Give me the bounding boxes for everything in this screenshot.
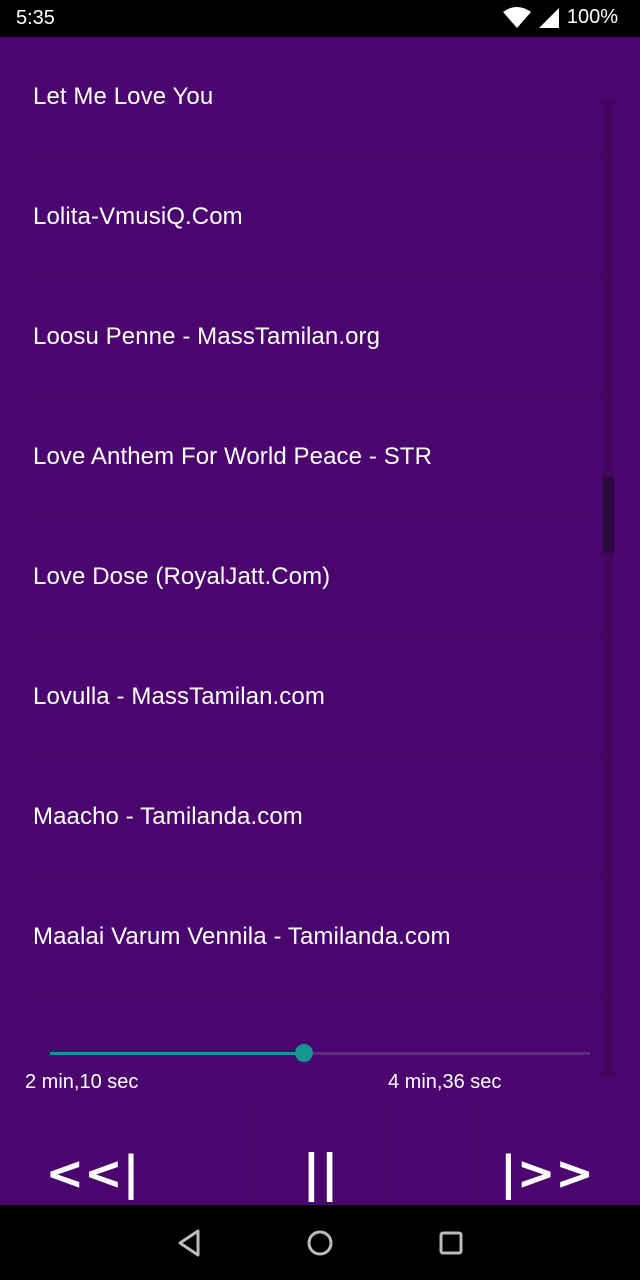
- song-title: Let Me Love You: [33, 82, 214, 110]
- total-time: 4 min,36 sec: [388, 1071, 502, 1093]
- scrollbar-track: [602, 99, 614, 1077]
- navigation-bar: [0, 1205, 640, 1280]
- status-icons: 100%: [502, 6, 618, 29]
- song-item[interactable]: Loosu Penne - MassTamilan.org: [24, 277, 614, 397]
- wifi-icon: [502, 6, 531, 28]
- main-content: Let Me Love You Lolita-VmusiQ.Com Loosu Pe…: [0, 37, 640, 1242]
- recents-square-icon[interactable]: [435, 1227, 467, 1259]
- song-title: Love Anthem For World Peace - STR: [33, 442, 433, 470]
- song-title: Loosu Penne - MassTamilan.org: [33, 322, 381, 350]
- seek-progress: [50, 1052, 304, 1055]
- song-title: Love Dose (RoyalJatt.Com): [33, 562, 331, 590]
- back-triangle-icon[interactable]: [174, 1227, 206, 1259]
- status-bar: 5:35 100%: [0, 0, 640, 37]
- seek-bar[interactable]: [50, 1044, 590, 1062]
- song-item[interactable]: Love Dose (RoyalJatt.Com): [24, 517, 614, 637]
- home-circle-icon[interactable]: [304, 1227, 336, 1259]
- song-title: Lolita-VmusiQ.Com: [33, 202, 243, 230]
- song-title: Lovulla - MassTamilan.com: [33, 682, 325, 710]
- song-title: Maacho - Tamilanda.com: [33, 802, 303, 830]
- song-item[interactable]: Maalai Varum Vennila - Tamilanda.com: [24, 877, 614, 997]
- scrollbar-thumb[interactable]: [603, 477, 614, 553]
- seek-knob[interactable]: [294, 1044, 313, 1062]
- cell-signal-icon: [538, 7, 559, 28]
- song-item[interactable]: Maacho - Tamilanda.com: [24, 757, 614, 877]
- battery-percent: 100%: [566, 6, 618, 28]
- song-item[interactable]: Love Anthem For World Peace - STR: [24, 397, 614, 517]
- song-item[interactable]: Let Me Love You: [24, 37, 614, 157]
- song-item[interactable]: Lovulla - MassTamilan.com: [24, 637, 614, 757]
- status-time: 5:35: [16, 7, 55, 29]
- song-list[interactable]: Let Me Love You Lolita-VmusiQ.Com Loosu Pe…: [0, 37, 614, 1041]
- song-item[interactable]: Lolita-VmusiQ.Com: [24, 157, 614, 277]
- elapsed-time: 2 min,10 sec: [25, 1071, 139, 1093]
- song-title: Maalai Varum Vennila - Tamilanda.com: [33, 922, 451, 950]
